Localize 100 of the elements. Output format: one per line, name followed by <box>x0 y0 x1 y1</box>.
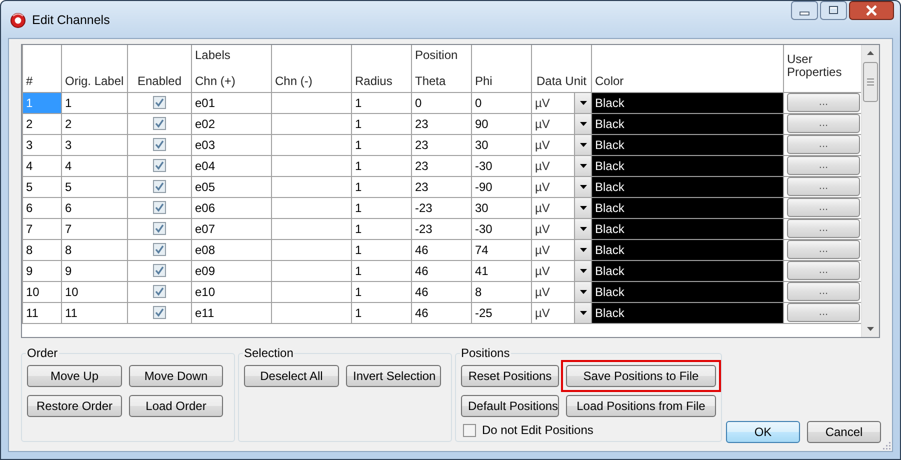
group-title: Positions <box>460 346 511 360</box>
table-cell: e01 <box>192 92 272 113</box>
checkbox[interactable] <box>463 424 476 436</box>
column-header[interactable]: Chn (-) <box>275 74 312 88</box>
user-properties-button[interactable]: ... <box>787 114 860 133</box>
minimize-icon[interactable] <box>791 1 818 20</box>
column-header[interactable]: Phi <box>475 74 492 88</box>
unit-dropdown[interactable]: µV <box>532 282 590 301</box>
row-number-cell[interactable]: 4 <box>22 155 62 176</box>
color-cell[interactable]: Black <box>592 239 784 260</box>
user-properties-button[interactable]: ... <box>787 261 860 280</box>
checkbox[interactable] <box>153 306 166 319</box>
row-number-cell[interactable]: 9 <box>22 260 62 281</box>
vertical-scrollbar[interactable] <box>861 45 879 337</box>
checkbox[interactable] <box>153 117 166 130</box>
table-cell: e09 <box>192 260 272 281</box>
close-icon[interactable] <box>849 1 894 20</box>
checkbox[interactable] <box>153 180 166 193</box>
table-cell: 10 <box>62 281 128 302</box>
unit-dropdown[interactable]: µV <box>532 261 590 280</box>
action-button[interactable]: Default Positions <box>461 395 559 417</box>
table-cell: 7 <box>62 218 128 239</box>
row-number-cell[interactable]: 8 <box>22 239 62 260</box>
row-number-cell[interactable]: 3 <box>22 134 62 155</box>
user-properties-button[interactable]: ... <box>787 240 860 259</box>
scroll-thumb[interactable] <box>863 62 878 102</box>
unit-dropdown[interactable]: µV <box>532 177 590 196</box>
user-properties-button[interactable]: ... <box>787 135 860 154</box>
dialog-button[interactable]: Cancel <box>807 421 881 443</box>
checkbox[interactable] <box>153 243 166 256</box>
row-number-cell[interactable]: 2 <box>22 113 62 134</box>
table-cell: 1 <box>352 260 412 281</box>
action-button[interactable]: Load Positions from File <box>566 395 716 417</box>
column-header[interactable]: Color <box>595 74 624 88</box>
action-button[interactable]: Deselect All <box>244 365 339 387</box>
user-properties-button[interactable]: ... <box>787 93 860 112</box>
action-button[interactable]: Move Down <box>129 365 223 387</box>
row-number-cell[interactable]: 6 <box>22 197 62 218</box>
color-cell[interactable]: Black <box>592 281 784 302</box>
table-cell: e10 <box>192 281 272 302</box>
color-cell[interactable]: Black <box>592 113 784 134</box>
table-cell: 0 <box>412 92 472 113</box>
row-number-cell[interactable]: 7 <box>22 218 62 239</box>
unit-dropdown[interactable]: µV <box>532 156 590 175</box>
maximize-icon[interactable] <box>820 1 847 20</box>
table-cell: 0 <box>472 92 532 113</box>
table-cell: 9 <box>62 260 128 281</box>
unit-dropdown[interactable]: µV <box>532 303 590 322</box>
unit-dropdown[interactable]: µV <box>532 240 590 259</box>
checkbox-label[interactable]: Do not Edit Positions <box>482 423 594 437</box>
color-cell[interactable]: Black <box>592 197 784 218</box>
unit-dropdown[interactable]: µV <box>532 114 590 133</box>
checkbox[interactable] <box>153 138 166 151</box>
color-cell[interactable]: Black <box>592 155 784 176</box>
row-number-cell[interactable]: 5 <box>22 176 62 197</box>
checkbox[interactable] <box>153 264 166 277</box>
user-properties-button[interactable]: ... <box>787 219 860 238</box>
color-cell[interactable]: Black <box>592 92 784 113</box>
row-number-cell[interactable]: 11 <box>22 302 62 323</box>
column-group-header: Position <box>415 48 458 62</box>
size-grip-icon[interactable] <box>881 440 891 450</box>
dialog-button[interactable]: OK <box>726 421 800 443</box>
unit-dropdown[interactable]: µV <box>532 219 590 238</box>
checkbox[interactable] <box>153 201 166 214</box>
color-cell[interactable]: Black <box>592 302 784 323</box>
user-properties-button[interactable]: ... <box>787 303 860 322</box>
column-header[interactable]: # <box>26 74 33 88</box>
color-cell[interactable]: Black <box>592 134 784 155</box>
color-cell[interactable]: Black <box>592 176 784 197</box>
row-number-cell[interactable]: 10 <box>22 281 62 302</box>
color-cell[interactable]: Black <box>592 260 784 281</box>
column-header[interactable]: Chn (+) <box>195 74 236 88</box>
action-button[interactable]: Save Positions to File <box>566 365 716 387</box>
color-cell[interactable]: Black <box>592 218 784 239</box>
user-properties-button[interactable]: ... <box>787 156 860 175</box>
user-properties-button[interactable]: ... <box>787 198 860 217</box>
unit-dropdown[interactable]: µV <box>532 198 590 217</box>
table-cell: 1 <box>352 155 412 176</box>
caret-icon <box>580 164 586 168</box>
column-header[interactable]: Theta <box>415 74 446 88</box>
user-properties-button[interactable]: ... <box>787 282 860 301</box>
column-header[interactable]: Radius <box>355 74 392 88</box>
unit-dropdown[interactable]: µV <box>532 135 590 154</box>
checkbox[interactable] <box>153 159 166 172</box>
table-cell: 23 <box>412 176 472 197</box>
table-cell: -30 <box>472 155 532 176</box>
action-button[interactable]: Restore Order <box>27 395 122 417</box>
action-button[interactable]: Invert Selection <box>346 365 441 387</box>
checkbox[interactable] <box>153 222 166 235</box>
unit-dropdown[interactable]: µV <box>532 93 590 112</box>
action-button[interactable]: Move Up <box>27 365 122 387</box>
action-button[interactable]: Load Order <box>129 395 223 417</box>
checkbox[interactable] <box>153 285 166 298</box>
action-button[interactable]: Reset Positions <box>461 365 559 387</box>
table-cell: 46 <box>412 281 472 302</box>
table-cell: e03 <box>192 134 272 155</box>
caret-icon <box>580 122 586 126</box>
checkbox[interactable] <box>153 96 166 109</box>
table-cell: 1 <box>62 92 128 113</box>
user-properties-button[interactable]: ... <box>787 177 860 196</box>
